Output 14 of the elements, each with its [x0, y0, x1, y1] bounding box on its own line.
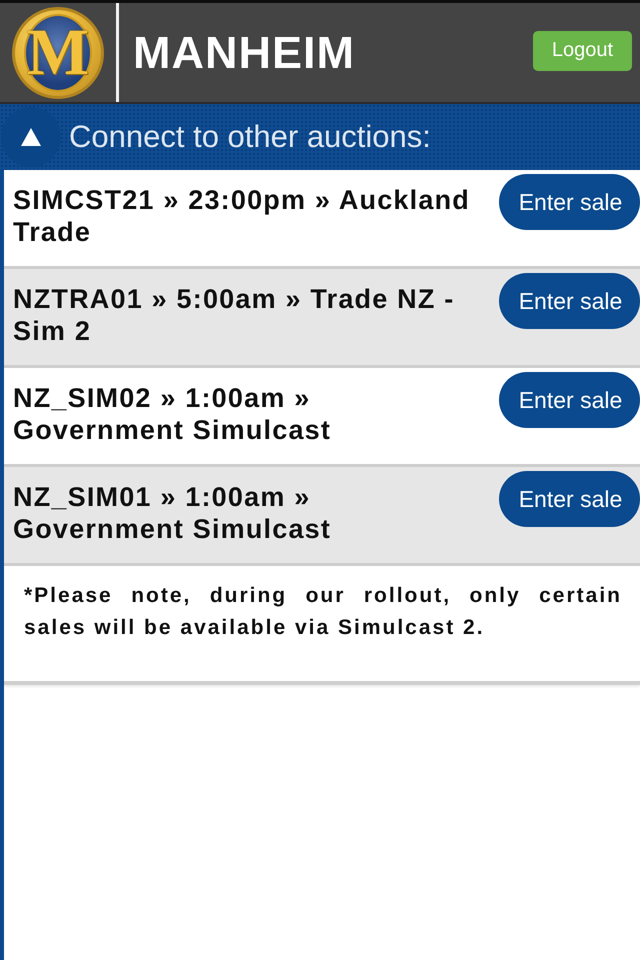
brand-name: MANHEIM	[133, 30, 355, 75]
sale-title: NZTRA01 » 5:00am » Trade NZ - Sim 2	[13, 283, 456, 347]
section-title: Connect to other auctions:	[69, 118, 431, 156]
enter-sale-button[interactable]: Enter sale	[499, 273, 640, 329]
section-header-bar[interactable]: Connect to other auctions:	[0, 104, 640, 170]
brand-logo[interactable]: M	[12, 6, 104, 98]
sale-title: NZ_SIM02 » 1:00am » Government Simulcast	[13, 382, 332, 446]
caret-icon[interactable]	[1, 107, 61, 167]
sale-title: SIMCST21 » 23:00pm » Auckland Trade	[13, 184, 471, 248]
rollout-note: *Please note, during our rollout, only certain sales will be available via Simulcast 2.	[24, 583, 622, 641]
enter-sale-button[interactable]: Enter sale	[499, 372, 640, 428]
enter-sale-button[interactable]: Enter sale	[499, 471, 640, 527]
sale-title: NZ_SIM01 » 1:00am » Government Simulcast	[13, 481, 332, 545]
enter-sale-button[interactable]: Enter sale	[499, 174, 640, 230]
